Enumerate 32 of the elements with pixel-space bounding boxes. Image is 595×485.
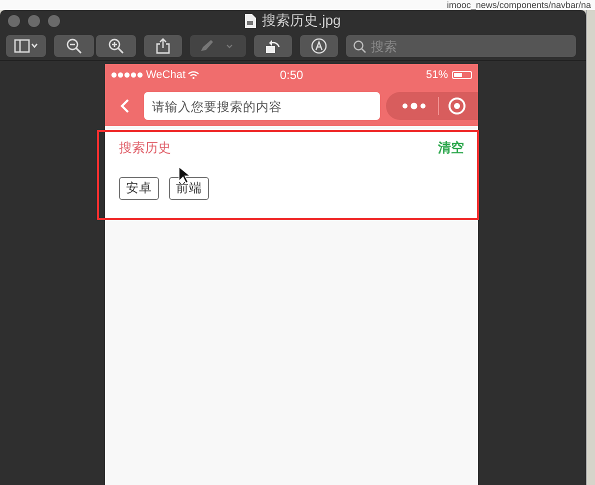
sidebar-icon [14,39,38,53]
battery-icon [452,71,472,79]
zoom-button[interactable] [48,15,60,27]
zoom-in-button[interactable] [96,35,136,57]
file-path-text: imooc_news/components/navbar/na [446,0,591,10]
sidebar-toggle-button[interactable] [6,35,46,57]
time-text: 0:50 [280,68,304,82]
close-button[interactable] [8,15,20,27]
minimize-button[interactable] [28,15,40,27]
carrier-text: WeChat [146,69,186,81]
document-icon [245,14,256,28]
menu-capsule[interactable] [386,92,478,120]
signal-icon [111,72,143,78]
pen-circle-icon [311,38,327,54]
share-button[interactable] [144,35,182,57]
battery-text: 51% [426,69,448,81]
history-tag[interactable]: 前端 [169,177,209,200]
rotate-icon [265,38,281,54]
zoom-in-icon [108,38,124,54]
wifi-icon [188,71,199,79]
zoom-out-icon [66,38,82,54]
search-field[interactable]: 请输入您要搜索的内容 [144,92,380,120]
markup-button[interactable] [300,35,338,57]
markup-pen-button[interactable] [190,35,246,57]
back-icon[interactable] [120,99,130,113]
share-icon [156,38,170,54]
rotate-button[interactable] [254,35,292,57]
history-tag[interactable]: 安卓 [119,177,159,200]
window-title: 搜索历史.jpg [262,12,341,30]
close-target-icon[interactable] [448,97,466,115]
section-title: 搜索历史 [119,139,171,157]
zoom-out-button[interactable] [54,35,94,57]
